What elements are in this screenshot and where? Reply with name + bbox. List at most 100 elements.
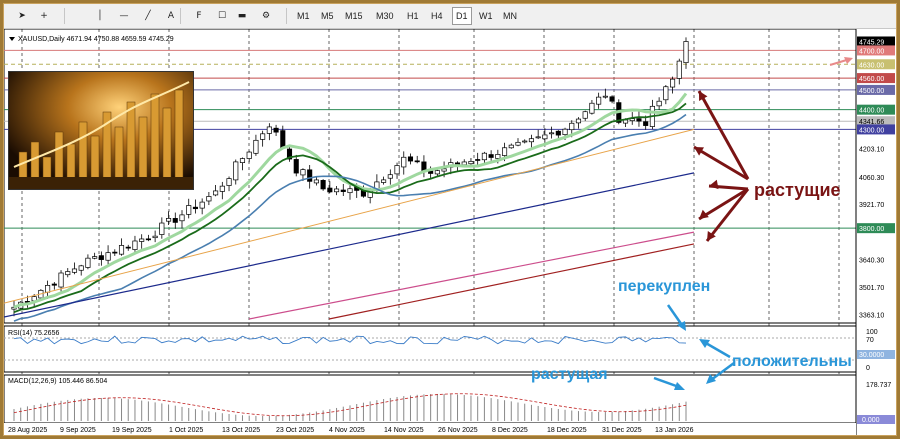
candle-bearish[interactable] [414,160,420,163]
cursor-icon[interactable]: ➤ [12,7,32,25]
candle-bullish[interactable] [118,245,125,255]
candle-bullish[interactable] [542,134,548,140]
candle-bullish[interactable] [434,170,440,175]
candle-bearish[interactable] [643,121,649,126]
candle-bullish[interactable] [166,218,172,222]
timeframe-w1[interactable]: W1 [476,7,496,25]
timeframe-m30[interactable]: M30 [373,7,397,25]
candle-bullish[interactable] [522,140,528,143]
timeframe-h1[interactable]: H1 [404,7,422,25]
candle-bullish[interactable] [549,132,555,135]
candle-bearish[interactable] [51,283,57,286]
candle-bullish[interactable] [219,185,225,192]
candle-bullish[interactable] [300,169,306,176]
text-label-icon[interactable]: A [161,7,181,25]
candle-bullish[interactable] [206,196,212,202]
timeframe-d1[interactable]: D1 [452,7,472,25]
candle-bullish[interactable] [85,257,91,268]
candle-bullish[interactable] [381,179,387,183]
candle-bearish[interactable] [454,162,461,165]
horizontal-line-icon[interactable]: — [114,7,134,25]
object-list-icon[interactable]: ☐ [212,7,232,25]
timeframe-m15[interactable]: M15 [342,7,366,25]
candle-bullish[interactable] [266,126,272,134]
candle-bullish[interactable] [562,128,568,136]
candle-bullish[interactable] [213,190,219,196]
candle-bearish[interactable] [112,251,118,254]
candle-bullish[interactable] [105,252,111,261]
candle-bearish[interactable] [555,130,561,136]
candle-bullish[interactable] [528,138,534,143]
timeframe-m5[interactable]: M5 [318,7,337,25]
candle-bearish[interactable] [98,255,104,260]
timeframe-h4[interactable]: H4 [428,7,446,25]
candle-bearish[interactable] [488,154,494,158]
chart-area[interactable]: XAUUSD,Daily 4671.94 4750.88 4659.59 474… [3,28,896,435]
candle-bullish[interactable] [253,139,259,154]
candle-bullish[interactable] [394,165,400,175]
candle-bullish[interactable] [663,86,669,101]
candle-bullish[interactable] [515,141,521,146]
candle-bullish[interactable] [535,136,541,139]
candle-bullish[interactable] [313,179,319,184]
candle-bearish[interactable] [280,130,286,149]
candle-bullish[interactable] [71,268,78,273]
candle-bearish[interactable] [293,159,299,174]
timeframe-mn[interactable]: MN [500,7,520,25]
vertical-line-icon[interactable]: │ [90,7,110,25]
candle-bullish[interactable] [92,256,98,259]
drawing-menu-icon[interactable]: ⚙ [256,7,276,25]
candle-bearish[interactable] [320,180,326,190]
candle-bullish[interactable] [226,178,232,186]
candle-bullish[interactable] [575,118,582,124]
candle-bullish[interactable] [387,174,393,179]
candle-bullish[interactable] [199,201,205,209]
candle-bullish[interactable] [65,271,71,276]
candle-bullish[interactable] [656,100,662,107]
candle-bullish[interactable] [152,235,158,239]
candle-bullish[interactable] [246,151,252,159]
candle-bullish[interactable] [508,144,514,149]
candle-bearish[interactable] [307,169,313,182]
candle-bearish[interactable] [609,96,615,102]
candle-bullish[interactable] [159,222,165,235]
candle-bullish[interactable] [495,154,501,159]
candle-bullish[interactable] [589,102,595,114]
candle-bullish[interactable] [334,188,340,193]
candle-bullish[interactable] [481,152,487,161]
candle-bullish[interactable] [260,133,266,140]
candle-bullish[interactable] [78,265,84,271]
candle-bullish[interactable] [347,188,353,194]
trend-line-icon[interactable]: ╱ [138,7,158,25]
candle-bullish[interactable] [233,161,239,181]
candle-bearish[interactable] [145,238,151,241]
candle-bearish[interactable] [273,127,279,133]
candle-bearish[interactable] [475,159,481,161]
candle-bullish[interactable] [676,60,682,79]
candle-bullish[interactable] [139,238,145,242]
candle-bullish[interactable] [461,161,467,166]
candle-bullish[interactable] [602,95,608,98]
candle-bullish[interactable] [132,240,138,250]
candle-bullish[interactable] [670,78,676,88]
candle-bearish[interactable] [327,187,333,193]
crosshair-icon[interactable]: + [34,7,54,25]
candle-bearish[interactable] [636,118,642,122]
candle-bullish[interactable] [186,205,192,215]
candle-bearish[interactable] [340,189,346,192]
candle-bearish[interactable] [192,206,198,210]
candle-bearish[interactable] [172,218,178,223]
candle-bullish[interactable] [441,168,447,172]
candle-bullish[interactable] [502,147,508,156]
candle-bearish[interactable] [407,156,414,162]
candle-bearish[interactable] [125,246,131,249]
fibonacci-icon[interactable]: F [189,7,209,25]
candle-bullish[interactable] [179,214,185,222]
candle-bullish[interactable] [683,41,689,64]
candle-bullish[interactable] [401,156,407,168]
candle-bullish[interactable] [569,122,575,131]
indicator-icon[interactable]: ▬ [232,7,252,25]
candle-bullish[interactable] [468,161,474,165]
candle-bullish[interactable] [596,96,602,105]
candle-bullish[interactable] [582,111,588,119]
